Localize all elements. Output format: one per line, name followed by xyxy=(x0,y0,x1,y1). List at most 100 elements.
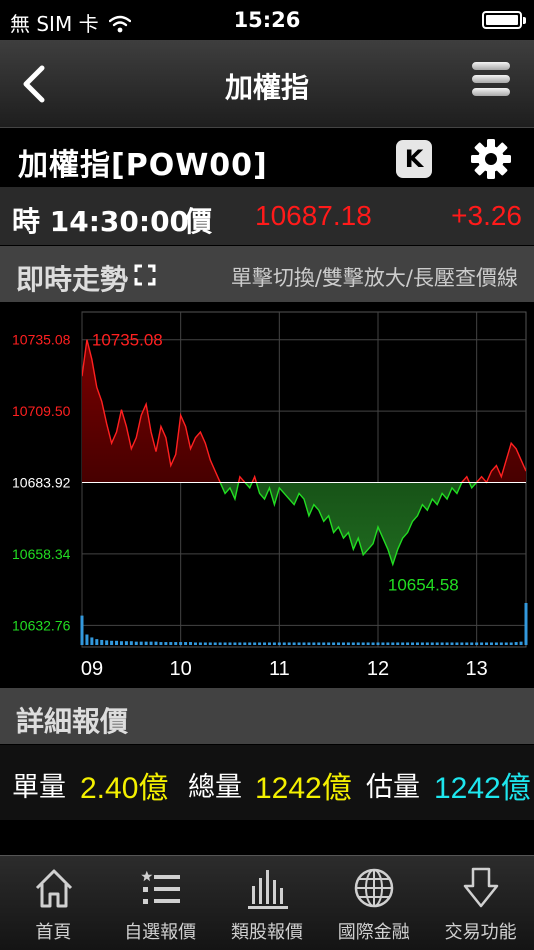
tab-trading[interactable]: 交易功能 xyxy=(427,856,534,950)
symbol-header: 加權指[POW00] K xyxy=(0,128,534,186)
tab-label: 國際金融 xyxy=(337,922,410,943)
volume-bar xyxy=(115,640,119,645)
volume-bar xyxy=(297,642,301,645)
price-label: 價 xyxy=(184,205,213,238)
tab-label: 交易功能 xyxy=(444,922,517,943)
volume-bar xyxy=(435,642,439,645)
detail-section-header: 詳細報價 xyxy=(0,688,534,744)
volume-bar xyxy=(307,642,311,645)
volume-bar xyxy=(322,642,326,645)
tab-home[interactable]: 首頁 xyxy=(0,856,107,950)
volume-bar xyxy=(302,642,306,645)
last-price: 10687.18 xyxy=(255,200,372,231)
menu-bar xyxy=(472,75,510,83)
volume-bar xyxy=(110,640,114,645)
volume-bar xyxy=(248,642,252,645)
volume-bar xyxy=(292,642,296,645)
volume-bar xyxy=(213,642,217,645)
volume-bar xyxy=(499,642,503,645)
menu-bar xyxy=(472,62,510,70)
clock: 15:26 xyxy=(233,8,301,32)
volume-bar xyxy=(376,642,380,645)
price-change: +3.26 xyxy=(451,200,522,231)
volume-bar xyxy=(124,641,128,645)
symbol-name: 加權指[POW00] xyxy=(18,148,268,183)
y-tick-label: 10658.34 xyxy=(12,546,71,562)
list-star-icon xyxy=(140,870,180,904)
volume-bar xyxy=(272,642,276,645)
fullscreen-icon[interactable] xyxy=(134,264,156,286)
globe-icon xyxy=(355,868,394,908)
trend-title: 即時走勢 xyxy=(16,263,129,296)
volume-bar xyxy=(263,642,267,645)
volume-bar xyxy=(332,642,336,645)
volume-bar xyxy=(415,642,419,645)
volume-bar xyxy=(485,642,489,645)
high-price-label: 10735.08 xyxy=(92,331,163,350)
k-chart-button[interactable]: K xyxy=(396,140,432,178)
status-bar: 無 SIM 卡 15:26 xyxy=(0,0,534,40)
volume-bar xyxy=(223,642,227,645)
volume-bar xyxy=(95,639,99,645)
y-tick-label: 10709.50 xyxy=(12,403,71,419)
arrow-down-icon xyxy=(463,867,499,908)
volume-bar xyxy=(480,642,484,645)
volume-bar xyxy=(238,642,242,645)
volume-bar xyxy=(465,642,469,645)
volume-bar xyxy=(430,642,434,645)
tab-label: 首頁 xyxy=(35,922,72,943)
volume-bar xyxy=(164,642,168,645)
volume-bar xyxy=(391,642,395,645)
volume-bar xyxy=(119,641,123,645)
trend-section-header: 即時走勢 單擊切換/雙擊放大/長壓查價線 xyxy=(0,246,534,302)
volume-bar xyxy=(425,642,429,645)
volume-bar xyxy=(134,641,138,645)
volume-bar xyxy=(105,640,109,645)
tab-international[interactable]: 國際金融 xyxy=(320,856,427,950)
volume-bar xyxy=(411,642,415,645)
battery-icon xyxy=(482,11,526,29)
x-tick-label: 12 xyxy=(367,658,389,680)
volume-bar xyxy=(85,634,89,645)
x-tick-label: 11 xyxy=(269,658,290,680)
y-tick-label: 10632.76 xyxy=(12,617,71,633)
detail-label: 總量 xyxy=(188,772,242,803)
volume-bar xyxy=(80,615,84,645)
volume-bar xyxy=(233,642,237,645)
detail-label: 估量 xyxy=(366,772,420,803)
hamburger-menu-icon[interactable] xyxy=(472,62,510,106)
volume-bar xyxy=(218,642,222,645)
volume-bar xyxy=(450,642,454,645)
volume-bar xyxy=(129,641,133,645)
volume-bar xyxy=(460,642,464,645)
volume-bar xyxy=(386,642,390,645)
volume-bar xyxy=(193,642,197,645)
menu-bar xyxy=(472,88,510,96)
volume-bar xyxy=(174,642,178,645)
volume-bar xyxy=(198,642,202,645)
page-title: 加權指 xyxy=(224,71,309,104)
volume-bar xyxy=(90,637,94,645)
volume-bar xyxy=(396,642,400,645)
volume-bar xyxy=(509,642,513,645)
intraday-chart[interactable]: 10735.08 10709.50 10683.92 10658.34 10632.76… xyxy=(0,302,534,685)
x-tick-label: 10 xyxy=(170,658,192,680)
tab-sector-quotes[interactable]: 類股報價 xyxy=(214,856,321,950)
gear-icon[interactable] xyxy=(470,138,512,180)
volume-bar xyxy=(282,642,286,645)
x-tick-label: 13 xyxy=(466,658,488,680)
navigation-bar: 加權指 xyxy=(0,40,534,128)
volume-bar xyxy=(267,642,271,645)
volume-bar xyxy=(371,642,375,645)
volume-bar xyxy=(208,642,212,645)
volume-bar xyxy=(341,642,345,645)
volume-bar xyxy=(179,642,183,645)
volume-bar xyxy=(228,642,232,645)
volume-bar xyxy=(356,642,360,645)
bar-chart-icon xyxy=(247,870,288,909)
volume-bar xyxy=(287,642,291,645)
volume-bar xyxy=(277,642,281,645)
tab-bar: 首頁 自選報價 類股報價 國際金融 交易功能 xyxy=(0,855,534,950)
tab-watchlist[interactable]: 自選報價 xyxy=(107,856,214,950)
intraday-chart-svg[interactable]: 10735.08 10709.50 10683.92 10658.34 10632.76… xyxy=(0,302,534,685)
